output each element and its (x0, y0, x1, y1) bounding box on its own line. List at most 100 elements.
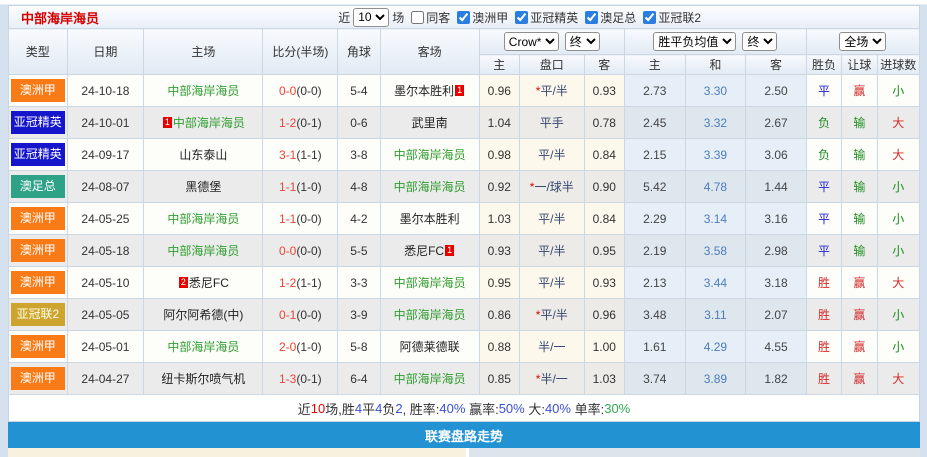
euro-draw-odds: 4.78 (685, 171, 746, 203)
away-team[interactable]: 悉尼FC (404, 244, 444, 258)
corner-score: 0-6 (338, 107, 380, 139)
summary-text: 赢率: (465, 399, 498, 418)
match-date: 24-08-07 (67, 171, 144, 203)
league-filter-checkbox-acl-elite[interactable] (515, 11, 528, 24)
half-score: (0-0) (296, 244, 321, 258)
corner-score: 5-8 (338, 331, 380, 363)
full-score: 0-1 (279, 308, 296, 322)
corner-score: 3-8 (338, 139, 380, 171)
bottom-strip-right (469, 448, 920, 457)
europe-odds-time-select[interactable]: 终 (742, 32, 777, 51)
table-row: 澳洲甲 24-05-01 中部海岸海员 2-0(1-0) 5-8 阿德莱德联 0… (9, 331, 920, 363)
away-team[interactable]: 中部海岸海员 (394, 148, 466, 162)
recent-count-select[interactable]: 10 (353, 8, 389, 27)
home-team[interactable]: 中部海岸海员 (167, 244, 239, 258)
asian-away-odds: 0.93 (584, 267, 624, 299)
away-team[interactable]: 阿德莱德联 (400, 340, 460, 354)
euro-draw-odds: 3.11 (685, 299, 746, 331)
euro-home-odds: 3.48 (625, 299, 686, 331)
home-team[interactable]: 纽卡斯尔喷气机 (161, 372, 245, 386)
result-handicap: 输 (842, 139, 877, 171)
trend-section-header[interactable]: 联赛盘路走势 (8, 422, 920, 448)
away-team[interactable]: 墨尔本胜利 (400, 212, 460, 226)
league-filter-label-aus-cup: 澳足总 (600, 9, 636, 26)
asian-home-odds: 0.86 (479, 299, 519, 331)
league-filter-checkbox-aus-cup[interactable] (585, 11, 598, 24)
home-team[interactable]: 中部海岸海员 (167, 212, 239, 226)
home-team[interactable]: 黑德堡 (185, 180, 221, 194)
euro-away-odds: 2.98 (746, 235, 807, 267)
euro-home-odds: 2.45 (625, 107, 686, 139)
result-handicap: 赢 (842, 75, 877, 107)
away-team[interactable]: 武里南 (412, 116, 448, 130)
col-header-asian-away: 客 (584, 55, 624, 75)
home-team[interactable]: 悉尼FC (189, 276, 229, 290)
league-badge: 澳洲甲 (11, 239, 65, 262)
rank-badge: 2 (179, 277, 188, 288)
away-team[interactable]: 中部海岸海员 (394, 180, 466, 194)
euro-away-odds: 2.50 (746, 75, 807, 107)
match-date: 24-09-17 (67, 139, 144, 171)
result-handicap: 赢 (842, 363, 877, 395)
euro-home-odds: 2.13 (625, 267, 686, 299)
full-score: 2-0 (279, 340, 296, 354)
asian-odds-time-select[interactable]: 终 (565, 32, 600, 51)
col-header-result-goals: 进球数 (877, 55, 920, 75)
summary-win-rate: 40% (439, 401, 465, 416)
summary-text: 平 (362, 399, 375, 418)
summary-text: 大: (525, 399, 545, 418)
asian-away-odds: 0.96 (584, 299, 624, 331)
home-team[interactable]: 山东泰山 (179, 148, 227, 162)
away-team[interactable]: 中部海岸海员 (394, 308, 466, 322)
asian-handicap: 平/半 (519, 203, 584, 235)
result-goals: 大 (877, 139, 920, 171)
result-goals: 大 (877, 267, 920, 299)
asian-away-odds: 1.00 (584, 331, 624, 363)
result-wdl: 胜 (806, 331, 841, 363)
match-date: 24-04-27 (67, 363, 144, 395)
asian-home-odds: 0.85 (479, 363, 519, 395)
full-score: 1-3 (279, 372, 296, 386)
col-header-asian-handicap: 盘口 (519, 55, 584, 75)
asian-handicap: 平手 (519, 107, 584, 139)
home-team[interactable]: 中部海岸海员 (167, 340, 239, 354)
away-team[interactable]: 中部海岸海员 (394, 372, 466, 386)
half-score: (0-1) (296, 372, 321, 386)
league-badge: 澳足总 (11, 175, 65, 198)
half-score: (1-1) (296, 276, 321, 290)
league-filter-label-acl-elite: 亚冠精英 (530, 9, 578, 26)
league-filter-checkbox-aus[interactable] (457, 11, 470, 24)
home-team[interactable]: 中部海岸海员 (173, 116, 245, 130)
result-goals: 小 (877, 171, 920, 203)
stats-summary: 近10场,胜4平4负2, 胜率:40% 赢率:50% 大:40% 单率:30% (8, 395, 920, 422)
corner-score: 6-4 (338, 363, 380, 395)
league-badge: 澳洲甲 (11, 335, 65, 358)
col-header-euro-draw: 和 (685, 55, 746, 75)
scope-select[interactable]: 全场 (839, 32, 886, 51)
asian-away-odds: 0.84 (584, 203, 624, 235)
bookmaker-select[interactable]: Crow* (504, 32, 559, 51)
result-handicap: 赢 (842, 331, 877, 363)
recent-label-suffix: 场 (392, 9, 404, 26)
euro-home-odds: 5.42 (625, 171, 686, 203)
same-away-checkbox[interactable] (411, 11, 424, 24)
same-away-label: 同客 (426, 9, 450, 26)
col-header-away: 客场 (380, 29, 479, 75)
home-team[interactable]: 中部海岸海员 (167, 84, 239, 98)
euro-home-odds: 2.73 (625, 75, 686, 107)
full-score: 1-2 (279, 116, 296, 130)
half-score: (1-0) (296, 340, 321, 354)
away-team[interactable]: 中部海岸海员 (394, 276, 466, 290)
full-score: 1-2 (279, 276, 296, 290)
recent-label-prefix: 近 (338, 9, 350, 26)
home-team[interactable]: 阿尔阿希德(中) (163, 308, 243, 322)
summary-text: 单率: (571, 399, 604, 418)
europe-avg-select[interactable]: 胜平负均值 (653, 32, 736, 51)
match-date: 24-05-05 (67, 299, 144, 331)
away-team[interactable]: 墨尔本胜利 (394, 84, 454, 98)
table-row: 澳洲甲 24-05-10 2悉尼FC 1-2(1-1) 3-3 中部海岸海员 0… (9, 267, 920, 299)
league-badge: 澳洲甲 (11, 207, 65, 230)
result-handicap: 赢 (842, 267, 877, 299)
full-score: 0-0 (279, 84, 296, 98)
league-filter-checkbox-acl2[interactable] (643, 11, 656, 24)
